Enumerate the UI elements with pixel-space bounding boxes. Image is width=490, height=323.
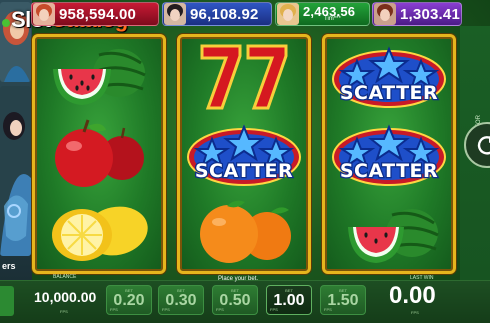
last-win-value: 0.00 <box>389 282 436 309</box>
jackpot-face-icon <box>277 3 299 25</box>
jackpot-amount: 958,594.00 <box>59 5 137 23</box>
jackpot-green: 2,463.56 Tim*** <box>275 2 370 26</box>
apple-symbol <box>35 115 163 193</box>
jackpot-face-icon <box>33 3 55 25</box>
jackpot-red: 958,594.00 <box>31 2 159 26</box>
scatter-symbol: SCATTER <box>325 115 453 193</box>
bet-currency: FPS <box>162 307 170 312</box>
bet-button-1-00[interactable]: BET 1.00 FPS <box>266 285 312 315</box>
reel-3: SCATTER SCATTER <box>322 34 456 274</box>
jackpot-blue: 96,108.92 <box>162 2 272 26</box>
reel-1 <box>32 34 166 274</box>
balance-label: BALANCE <box>53 274 77 280</box>
watermelon-symbol <box>35 37 163 115</box>
last-win-label: LAST WIN <box>410 275 434 281</box>
scatter-text: SCATTER <box>340 160 438 182</box>
seven-symbol <box>180 37 308 115</box>
scatter-text: SCATTER <box>195 160 293 182</box>
place-bet-message: Place your bet. <box>218 276 259 282</box>
side-tag-text: ers <box>2 261 16 271</box>
menu-tab[interactable] <box>0 286 14 316</box>
jackpot-amount: 96,108.92 <box>190 5 259 23</box>
jackpot-purple: 1,303.41 <box>372 2 462 26</box>
jackpot-amount: 1,303.41 <box>400 5 460 23</box>
left-side-panel <box>0 0 32 280</box>
jackpot-face-icon <box>164 3 186 25</box>
orange-symbol <box>180 193 308 271</box>
balance-currency: FPS <box>60 309 68 314</box>
jackpot-face-icon <box>374 3 396 25</box>
bet-currency: FPS <box>270 307 278 312</box>
bet-button-0-30[interactable]: BET 0.30 FPS <box>158 285 204 315</box>
lemon-symbol <box>35 193 163 271</box>
player-portrait-brunette <box>0 86 31 256</box>
jackpot-winner-name: Tim*** <box>324 16 341 22</box>
scatter-text: SCATTER <box>340 82 438 104</box>
scatter-symbol: SCATTER <box>180 115 308 193</box>
refresh-icon <box>477 136 490 155</box>
balance-value: 10,000.00 <box>34 289 97 305</box>
bet-currency: FPS <box>110 307 118 312</box>
bet-button-1-50[interactable]: BET 1.50 FPS <box>320 285 366 315</box>
watermelon-symbol <box>325 193 453 271</box>
bet-button-0-50[interactable]: BET 0.50 FPS <box>212 285 258 315</box>
reel-2: SCATTER <box>177 34 311 274</box>
bet-currency: FPS <box>324 307 332 312</box>
bet-button-0-20[interactable]: BET 0.20 FPS <box>106 285 152 315</box>
scatter-symbol: SCATTER <box>325 37 453 115</box>
logo-dot <box>2 19 10 27</box>
last-win-currency: FPS <box>411 310 419 315</box>
bet-currency: FPS <box>216 307 224 312</box>
